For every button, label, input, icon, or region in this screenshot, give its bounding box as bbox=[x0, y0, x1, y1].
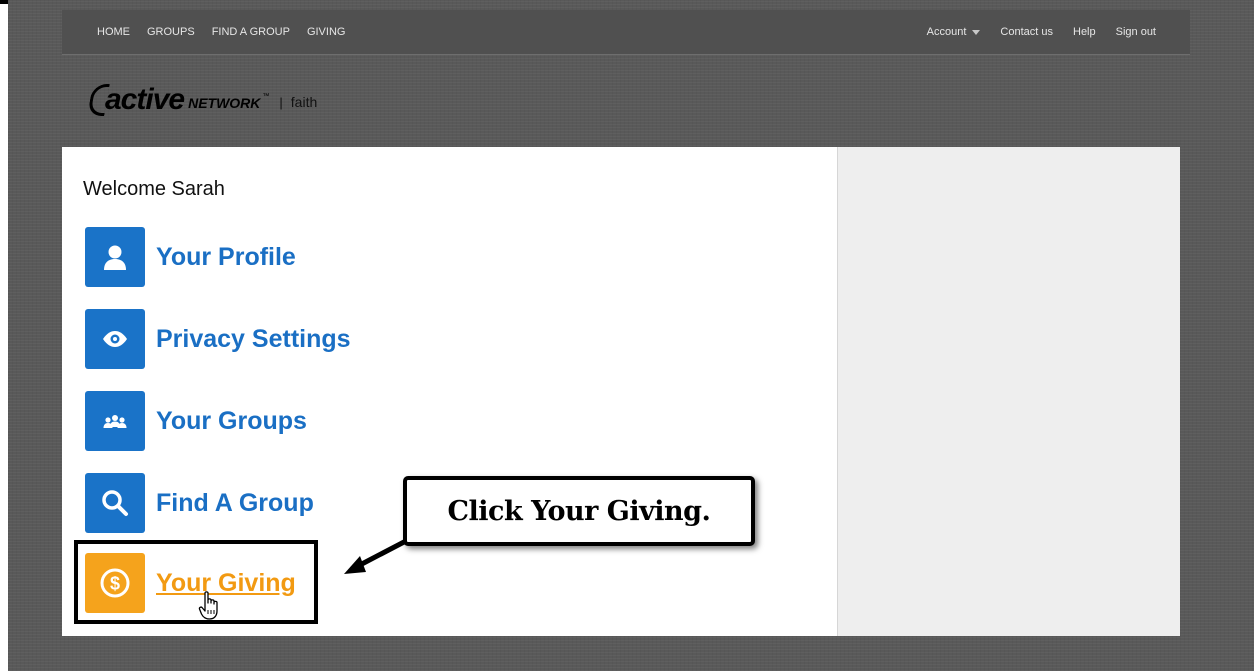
logo-divider: | bbox=[279, 94, 283, 110]
person-icon bbox=[85, 227, 145, 287]
logo-faith-text: faith bbox=[290, 94, 318, 110]
nav-home-link[interactable]: HOME bbox=[97, 26, 130, 38]
privacy-settings-link[interactable]: Privacy Settings bbox=[85, 309, 351, 369]
right-sidebar bbox=[837, 147, 1180, 636]
hand-pointer-cursor-icon bbox=[198, 591, 218, 620]
find-a-group-label: Find A Group bbox=[156, 488, 314, 517]
callout-text: Click Your Giving. bbox=[447, 495, 711, 527]
caret-down-icon bbox=[972, 29, 981, 35]
your-profile-label: Your Profile bbox=[156, 242, 296, 271]
nav-groups-link[interactable]: GROUPS bbox=[147, 26, 195, 38]
nav-giving-link[interactable]: GIVING bbox=[307, 26, 346, 38]
find-a-group-link[interactable]: Find A Group bbox=[85, 473, 314, 533]
your-profile-link[interactable]: Your Profile bbox=[85, 227, 296, 287]
highlight-box bbox=[74, 540, 318, 624]
nav-find-a-group-link[interactable]: FIND A GROUP bbox=[212, 26, 290, 38]
group-icon bbox=[85, 391, 145, 451]
eye-icon bbox=[85, 309, 145, 369]
privacy-settings-label: Privacy Settings bbox=[156, 324, 351, 353]
magnifier-icon bbox=[85, 473, 145, 533]
sign-out-link[interactable]: Sign out bbox=[1116, 26, 1156, 38]
welcome-heading: Welcome Sarah bbox=[83, 178, 225, 200]
help-link[interactable]: Help bbox=[1073, 26, 1096, 38]
your-groups-label: Your Groups bbox=[156, 406, 307, 435]
nav-secondary: Account Contact us Help Sign out bbox=[927, 10, 1156, 54]
logo-network-text: NETWORK bbox=[188, 95, 261, 111]
account-dropdown[interactable]: Account bbox=[927, 26, 981, 38]
logo-active-text: active bbox=[105, 83, 185, 116]
nav-primary: HOME GROUPS FIND A GROUP GIVING bbox=[97, 10, 345, 54]
instruction-callout: Click Your Giving. bbox=[403, 476, 755, 546]
callout-arrow-icon bbox=[344, 539, 407, 574]
main-content-panel: Welcome Sarah Your Profile Privacy Setti… bbox=[62, 147, 1180, 636]
top-navbar: HOME GROUPS FIND A GROUP GIVING Account … bbox=[62, 10, 1190, 55]
logo-trademark: ™ bbox=[262, 92, 270, 100]
your-groups-link[interactable]: Your Groups bbox=[85, 391, 307, 451]
active-network-faith-logo[interactable]: active NETWORK ™ | faith bbox=[87, 80, 318, 120]
account-label: Account bbox=[926, 26, 967, 38]
contact-us-link[interactable]: Contact us bbox=[1000, 26, 1053, 38]
